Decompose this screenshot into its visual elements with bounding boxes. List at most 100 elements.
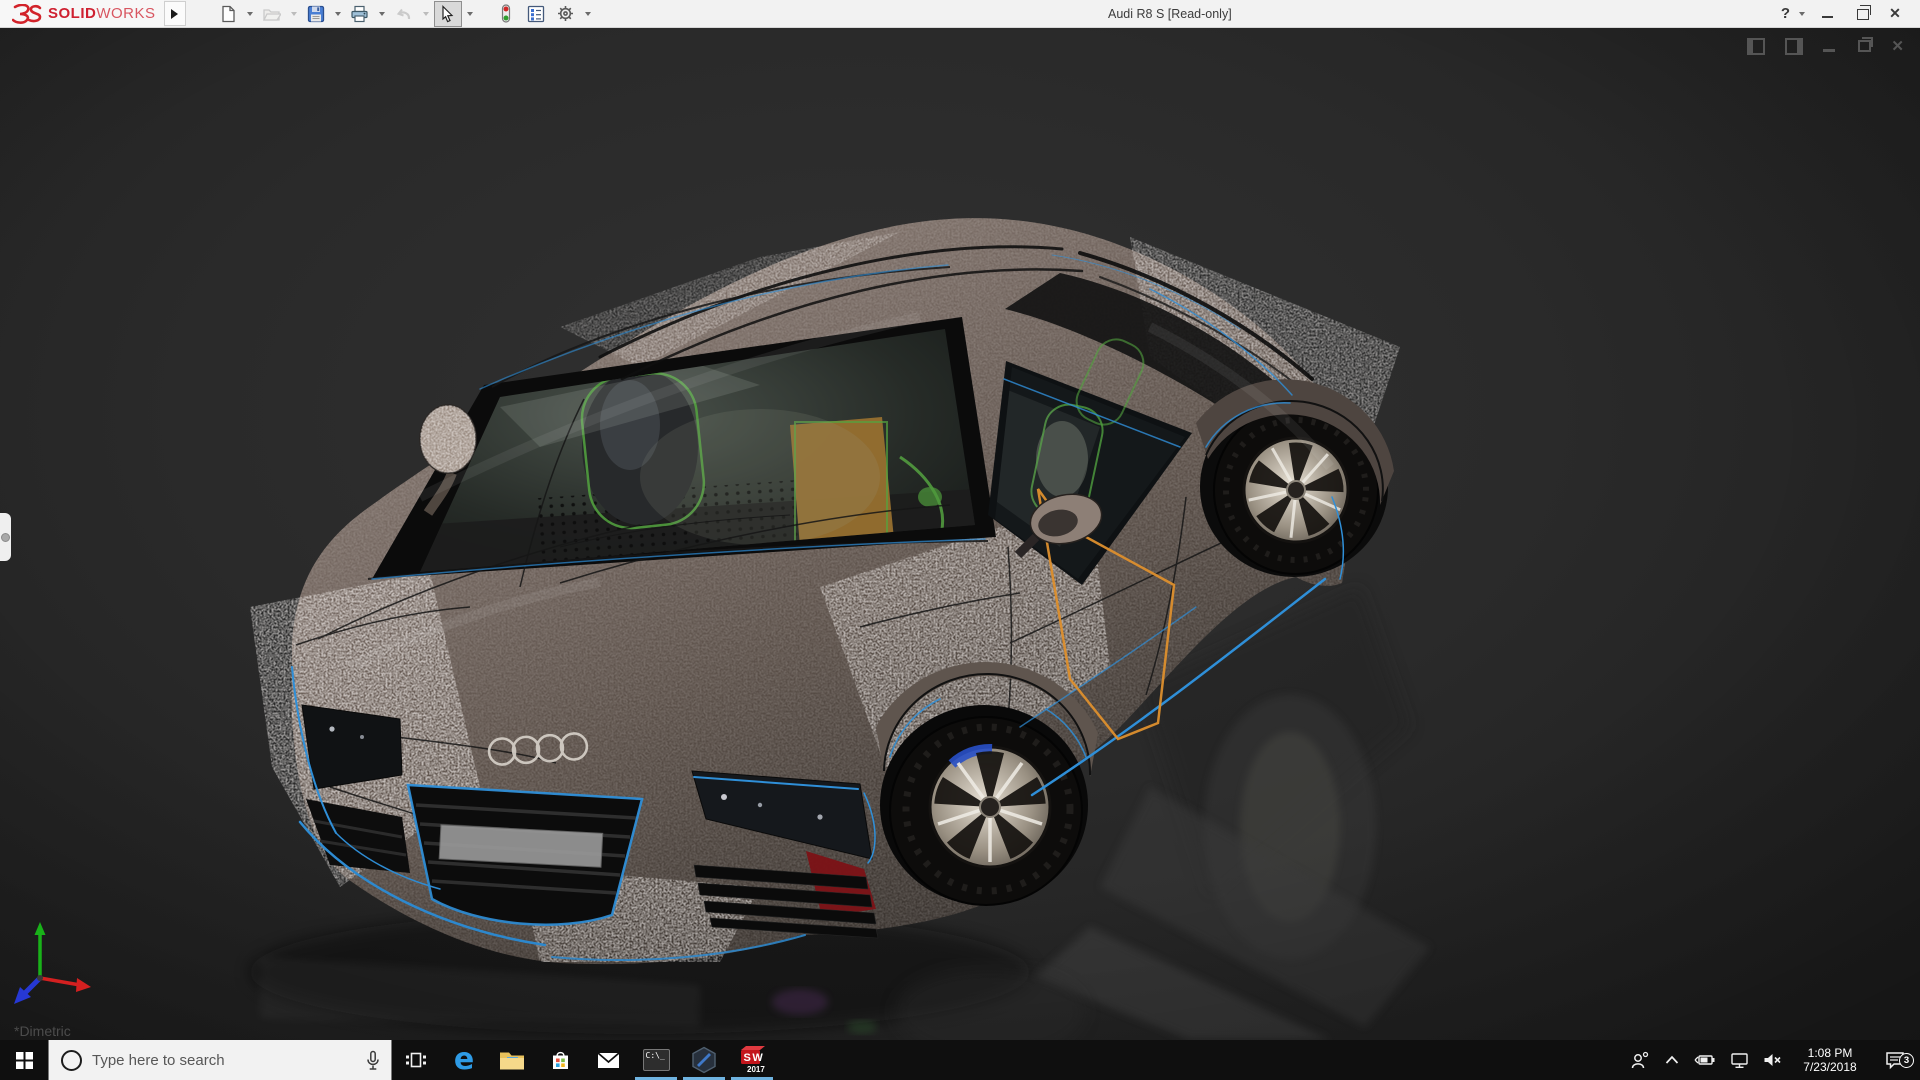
graphics-viewport[interactable]: ✕ *Dimetric [0, 27, 1920, 1040]
store-icon [551, 1050, 570, 1071]
taskbar-search-box[interactable]: Type here to search [48, 1040, 392, 1080]
system-tray: 1:08 PM 7/23/2018 3 [1630, 1040, 1920, 1080]
featuremanager-tab-handle-icon [1, 533, 10, 542]
restore-icon [1857, 9, 1869, 20]
orientation-triad [6, 916, 106, 1016]
notification-badge: 3 [1899, 1053, 1914, 1068]
taskbar-clock[interactable]: 1:08 PM 7/23/2018 [1796, 1046, 1864, 1074]
rebuild-traffic-light-icon [499, 4, 513, 23]
document-title: Audi R8 S [Read-only] [1108, 0, 1232, 27]
save-button[interactable] [302, 1, 330, 27]
new-document-button[interactable] [214, 1, 242, 27]
restore-button[interactable] [1846, 0, 1876, 27]
battery-charging-icon [1694, 1052, 1716, 1068]
people-button[interactable] [1630, 1051, 1650, 1070]
options-gear-icon [556, 4, 575, 23]
solidworks-wordmark: SOLIDWORKS [48, 5, 156, 22]
save-dropdown[interactable] [332, 2, 344, 26]
task-view-button[interactable] [392, 1040, 440, 1080]
svg-text:SW: SW [744, 1052, 765, 1064]
printer-icon [350, 5, 369, 23]
volume-status[interactable] [1763, 1052, 1782, 1068]
doc-restore-icon [1858, 40, 1871, 52]
chevron-down-icon [247, 12, 253, 16]
action-center-button[interactable]: 3 [1878, 1051, 1912, 1070]
file-properties-button[interactable] [522, 1, 550, 27]
microsoft-store-button[interactable] [536, 1040, 584, 1080]
quick-access-toolbar [214, 0, 594, 27]
help-button[interactable]: ? [1779, 5, 1792, 22]
command-prompt-button[interactable]: C:\_ [632, 1040, 680, 1080]
command-prompt-icon: C:\_ [643, 1049, 670, 1071]
show-hidden-icons-button[interactable] [1664, 1054, 1680, 1066]
undo-button [390, 1, 418, 27]
chevron-down-icon [423, 12, 429, 16]
file-properties-icon [527, 5, 545, 23]
title-bar: SOLIDWORKS [0, 0, 1920, 28]
open-dropdown [288, 2, 300, 26]
doc-minimize-button[interactable] [1823, 37, 1835, 55]
rebuild-button[interactable] [492, 1, 520, 27]
save-floppy-icon [307, 5, 325, 23]
chevron-down-icon [379, 12, 385, 16]
options-dropdown[interactable] [582, 2, 594, 26]
edge-browser-button[interactable]: e [440, 1040, 488, 1080]
battery-status[interactable] [1694, 1052, 1716, 1068]
panel-left-toggle[interactable] [1747, 37, 1765, 55]
file-explorer-button[interactable] [488, 1040, 536, 1080]
chevron-down-icon [585, 12, 591, 16]
featuremanager-collapsed-tab[interactable] [0, 513, 11, 561]
start-button[interactable] [0, 1040, 48, 1080]
microphone-icon[interactable] [365, 1050, 381, 1071]
people-icon [1630, 1051, 1650, 1070]
panel-left-icon [1747, 38, 1765, 55]
new-document-icon [219, 5, 237, 23]
panel-right-toggle[interactable] [1785, 37, 1803, 55]
chevron-down-icon [335, 12, 341, 16]
print-dropdown[interactable] [376, 2, 388, 26]
doc-minimize-icon [1823, 49, 1835, 52]
select-tool-dropdown[interactable] [464, 2, 476, 26]
volume-muted-icon [1763, 1052, 1782, 1068]
hexagon-app-button[interactable] [680, 1040, 728, 1080]
minimize-button[interactable] [1812, 0, 1842, 27]
menu-flyout-button[interactable] [164, 1, 186, 26]
close-button[interactable]: ✕ [1880, 0, 1910, 27]
mail-button[interactable] [584, 1040, 632, 1080]
search-placeholder: Type here to search [92, 1052, 355, 1069]
help-dropdown[interactable] [1796, 2, 1808, 26]
document-window-controls: ✕ [1747, 37, 1904, 55]
clock-date: 7/23/2018 [1796, 1060, 1864, 1074]
clock-time: 1:08 PM [1796, 1046, 1864, 1060]
network-status[interactable] [1730, 1052, 1749, 1069]
svg-text:2017: 2017 [747, 1065, 765, 1074]
network-icon [1730, 1052, 1749, 1069]
solidworks-logo-mark [12, 4, 42, 24]
chevron-down-icon [467, 12, 473, 16]
options-button[interactable] [552, 1, 580, 27]
chevron-down-icon [1799, 12, 1805, 16]
select-tool-button[interactable] [434, 1, 462, 27]
solidworks-2017-icon: SW 2017 [737, 1045, 767, 1075]
new-document-dropdown[interactable] [244, 2, 256, 26]
mail-icon [597, 1052, 620, 1069]
solidworks-logo[interactable]: SOLIDWORKS [0, 0, 164, 27]
hexagon-app-icon [691, 1046, 717, 1074]
windows-taskbar: Type here to search e [0, 1040, 1920, 1080]
open-button [258, 1, 286, 27]
panel-right-icon [1785, 38, 1803, 55]
doc-restore-button[interactable] [1855, 37, 1871, 55]
open-folder-icon [262, 5, 281, 23]
model-scene[interactable] [0, 27, 1920, 1040]
file-explorer-icon [499, 1050, 525, 1071]
chevron-up-icon [1664, 1054, 1680, 1066]
windows-logo-icon [16, 1052, 33, 1069]
flyout-arrow-icon [171, 9, 178, 19]
solidworks-2017-button[interactable]: SW 2017 [728, 1040, 776, 1080]
vignette-overlay [0, 27, 1920, 1040]
minimize-icon [1822, 16, 1833, 18]
task-view-icon [405, 1050, 427, 1070]
print-button[interactable] [346, 1, 374, 27]
select-cursor-icon [439, 5, 456, 23]
doc-close-button[interactable]: ✕ [1891, 37, 1904, 55]
